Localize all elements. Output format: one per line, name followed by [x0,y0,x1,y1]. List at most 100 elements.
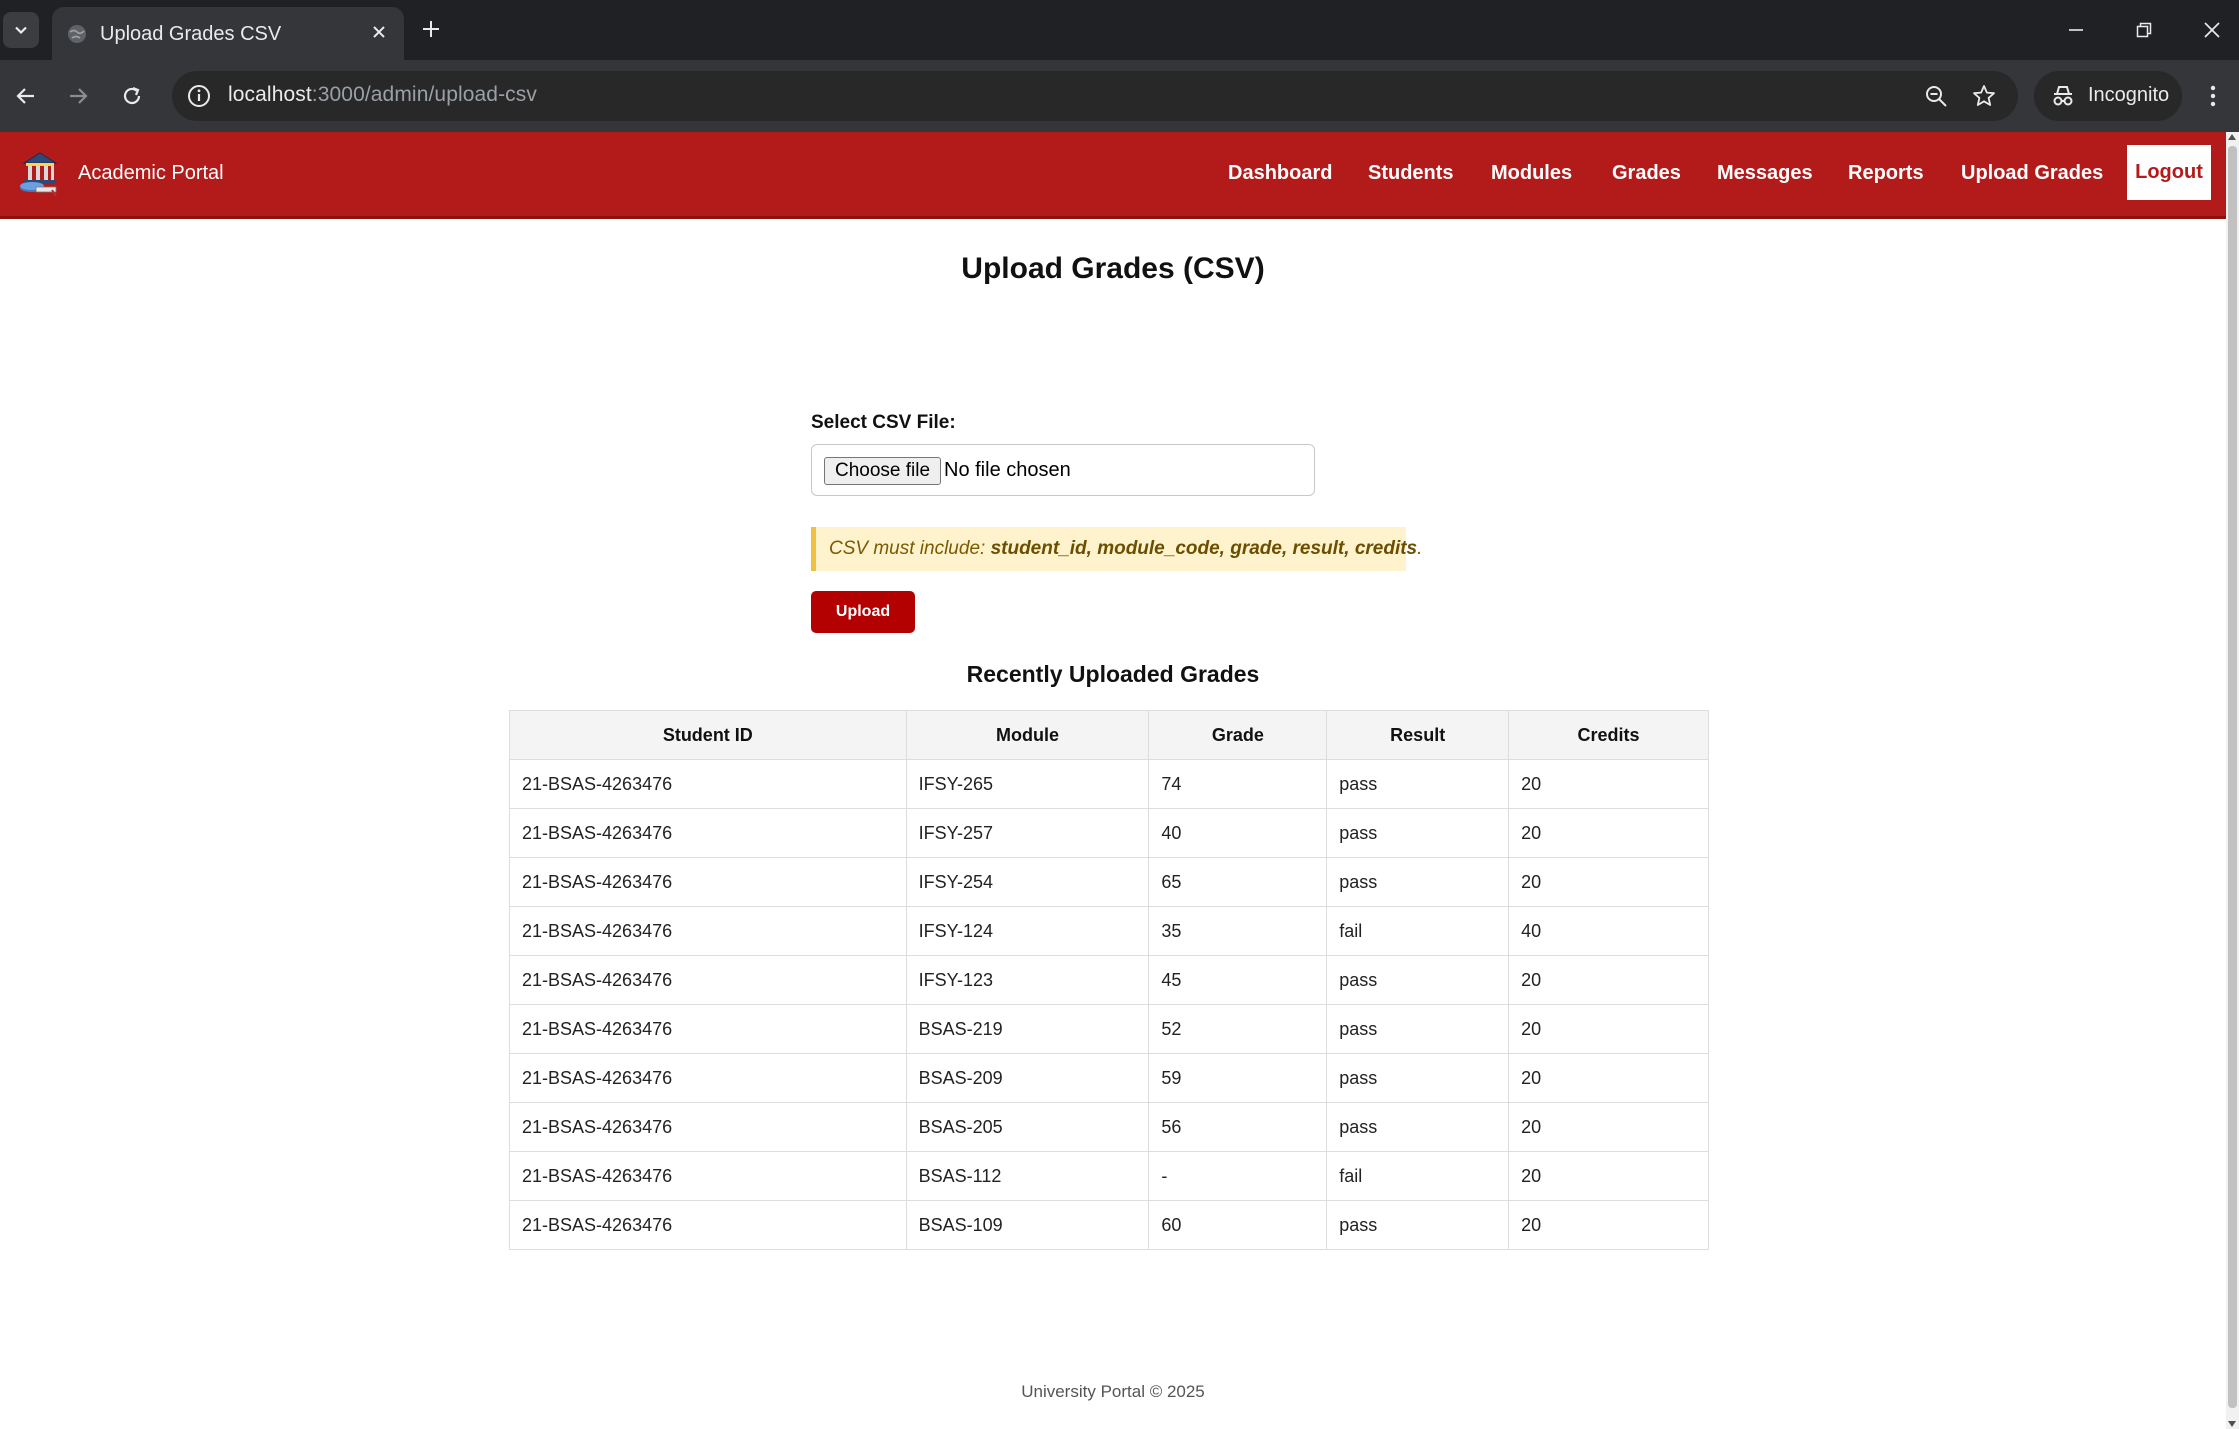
arrow-right-icon [70,88,88,104]
tab-title: Upload Grades CSV [100,23,282,45]
university-logo-icon[interactable] [16,150,64,198]
reload-button[interactable] [112,76,152,116]
cell-student-id: 21-BSAS-4263476 [509,808,907,858]
address-bar[interactable]: localhost:3000/admin/upload-csv [172,71,2018,121]
incognito-indicator[interactable]: Incognito [2034,71,2182,121]
notice-text: CSV must include: student_id, module_cod… [829,538,1422,560]
cell-result: pass [1326,1004,1510,1054]
nav-students[interactable]: Students [1368,162,1454,185]
csv-format-notice: CSV must include: student_id, module_cod… [811,527,1422,571]
incognito-label: Incognito [2088,84,2170,106]
restore-button[interactable] [2110,0,2178,60]
header-student-id: Student ID [509,710,907,760]
browser-tab-strip: Upload Grades CSV [0,0,2239,60]
plus-icon [423,21,439,37]
browser-tab-active[interactable]: Upload Grades CSV [52,7,404,60]
cell-module: IFSY-254 [905,857,1150,907]
cell-student-id: 21-BSAS-4263476 [509,1053,907,1103]
table-row: 21-BSAS-4263476 IFSY-254 65 pass 20 [509,857,1709,907]
scroll-down-arrow[interactable] [2228,1421,2236,1427]
nav-dashboard[interactable]: Dashboard [1228,162,1332,185]
cell-module: IFSY-257 [905,808,1150,858]
nav-upload-grades[interactable]: Upload Grades [1961,162,2103,185]
csv-file-input[interactable]: Choose file No file chosen [811,444,1315,496]
url-text: localhost:3000/admin/upload-csv [228,83,537,107]
cell-module: IFSY-124 [905,906,1150,956]
table-row: 21-BSAS-4263476 BSAS-109 60 pass 20 [509,1200,1709,1250]
nav-reports[interactable]: Reports [1848,162,1924,185]
cell-result: pass [1326,808,1510,858]
cell-result: pass [1326,1200,1510,1250]
table-row: 21-BSAS-4263476 BSAS-219 52 pass 20 [509,1004,1709,1054]
header-module: Module [905,710,1150,760]
cell-module: BSAS-205 [905,1102,1150,1152]
cell-credits: 20 [1508,1053,1709,1103]
cell-module: BSAS-219 [905,1004,1150,1054]
file-status-text: No file chosen [944,459,1071,481]
scrollbar-thumb[interactable] [2228,146,2237,1408]
new-tab-button[interactable] [414,12,448,46]
zoom-icon[interactable] [1922,82,1950,110]
close-window-button[interactable] [2178,0,2239,60]
table-row: 21-BSAS-4263476 IFSY-257 40 pass 20 [509,808,1709,858]
table-row: 21-BSAS-4263476 BSAS-205 56 pass 20 [509,1102,1709,1152]
cell-student-id: 21-BSAS-4263476 [509,955,907,1005]
reload-icon [123,86,141,105]
forward-button[interactable] [58,76,98,116]
header-grade: Grade [1148,710,1328,760]
page-scrollbar[interactable] [2226,132,2239,1429]
cell-grade: 56 [1148,1102,1328,1152]
restore-icon [2136,22,2152,38]
bookmark-star-icon[interactable] [1970,82,1998,110]
site-info-icon[interactable] [186,83,212,109]
cell-grade: 45 [1148,955,1328,1005]
back-button[interactable] [6,76,46,116]
chevron-down-icon [15,26,27,35]
cell-credits: 20 [1508,1200,1709,1250]
more-vertical-icon [2210,85,2216,107]
cell-result: pass [1326,955,1510,1005]
cell-credits: 20 [1508,1102,1709,1152]
nav-messages[interactable]: Messages [1717,162,1813,185]
scroll-up-arrow[interactable] [2228,134,2236,140]
cell-grade: 65 [1148,857,1328,907]
cell-student-id: 21-BSAS-4263476 [509,906,907,956]
cell-result: pass [1326,1102,1510,1152]
cell-module: BSAS-109 [905,1200,1150,1250]
notice-suffix: . [1417,538,1423,559]
tab-search-button[interactable] [3,12,39,48]
browser-menu-button[interactable] [2198,76,2228,116]
choose-file-button[interactable]: Choose file [824,457,942,485]
upload-button[interactable]: Upload [811,591,915,633]
minimize-icon [2069,29,2083,31]
cell-module: BSAS-112 [905,1151,1150,1201]
cell-student-id: 21-BSAS-4263476 [509,1102,907,1152]
cell-grade: 40 [1148,808,1328,858]
brand-name[interactable]: Academic Portal [78,162,224,185]
nav-grades[interactable]: Grades [1612,162,1681,185]
cell-student-id: 21-BSAS-4263476 [509,1151,907,1201]
notice-required-fields: student_id, module_code, grade, result, … [990,538,1418,559]
cell-credits: 20 [1508,955,1709,1005]
site-header: Academic Portal Dashboard Students Modul… [0,132,2226,219]
cell-module: BSAS-209 [905,1053,1150,1103]
cell-credits: 20 [1508,1004,1709,1054]
cell-credits: 20 [1508,808,1709,858]
table-row: 21-BSAS-4263476 BSAS-209 59 pass 20 [509,1053,1709,1103]
notice-prefix: CSV must include: [829,538,991,559]
table-row: 21-BSAS-4263476 IFSY-123 45 pass 20 [509,955,1709,1005]
cell-student-id: 21-BSAS-4263476 [509,1200,907,1250]
cell-grade: 59 [1148,1053,1328,1103]
nav-modules[interactable]: Modules [1491,162,1572,185]
minimize-button[interactable] [2042,0,2110,60]
recent-grades-title: Recently Uploaded Grades [966,661,1260,687]
cell-grade: 74 [1148,759,1328,809]
csv-file-label: Select CSV File: [811,412,956,433]
close-tab-icon[interactable] [366,19,392,45]
logout-button[interactable]: Logout [2127,145,2211,200]
page-title: Upload Grades (CSV) [961,252,1265,285]
page-footer: University Portal © 2025 [1021,1382,1205,1401]
cell-grade: 35 [1148,906,1328,956]
cell-module: IFSY-265 [905,759,1150,809]
incognito-icon [2053,86,2073,106]
